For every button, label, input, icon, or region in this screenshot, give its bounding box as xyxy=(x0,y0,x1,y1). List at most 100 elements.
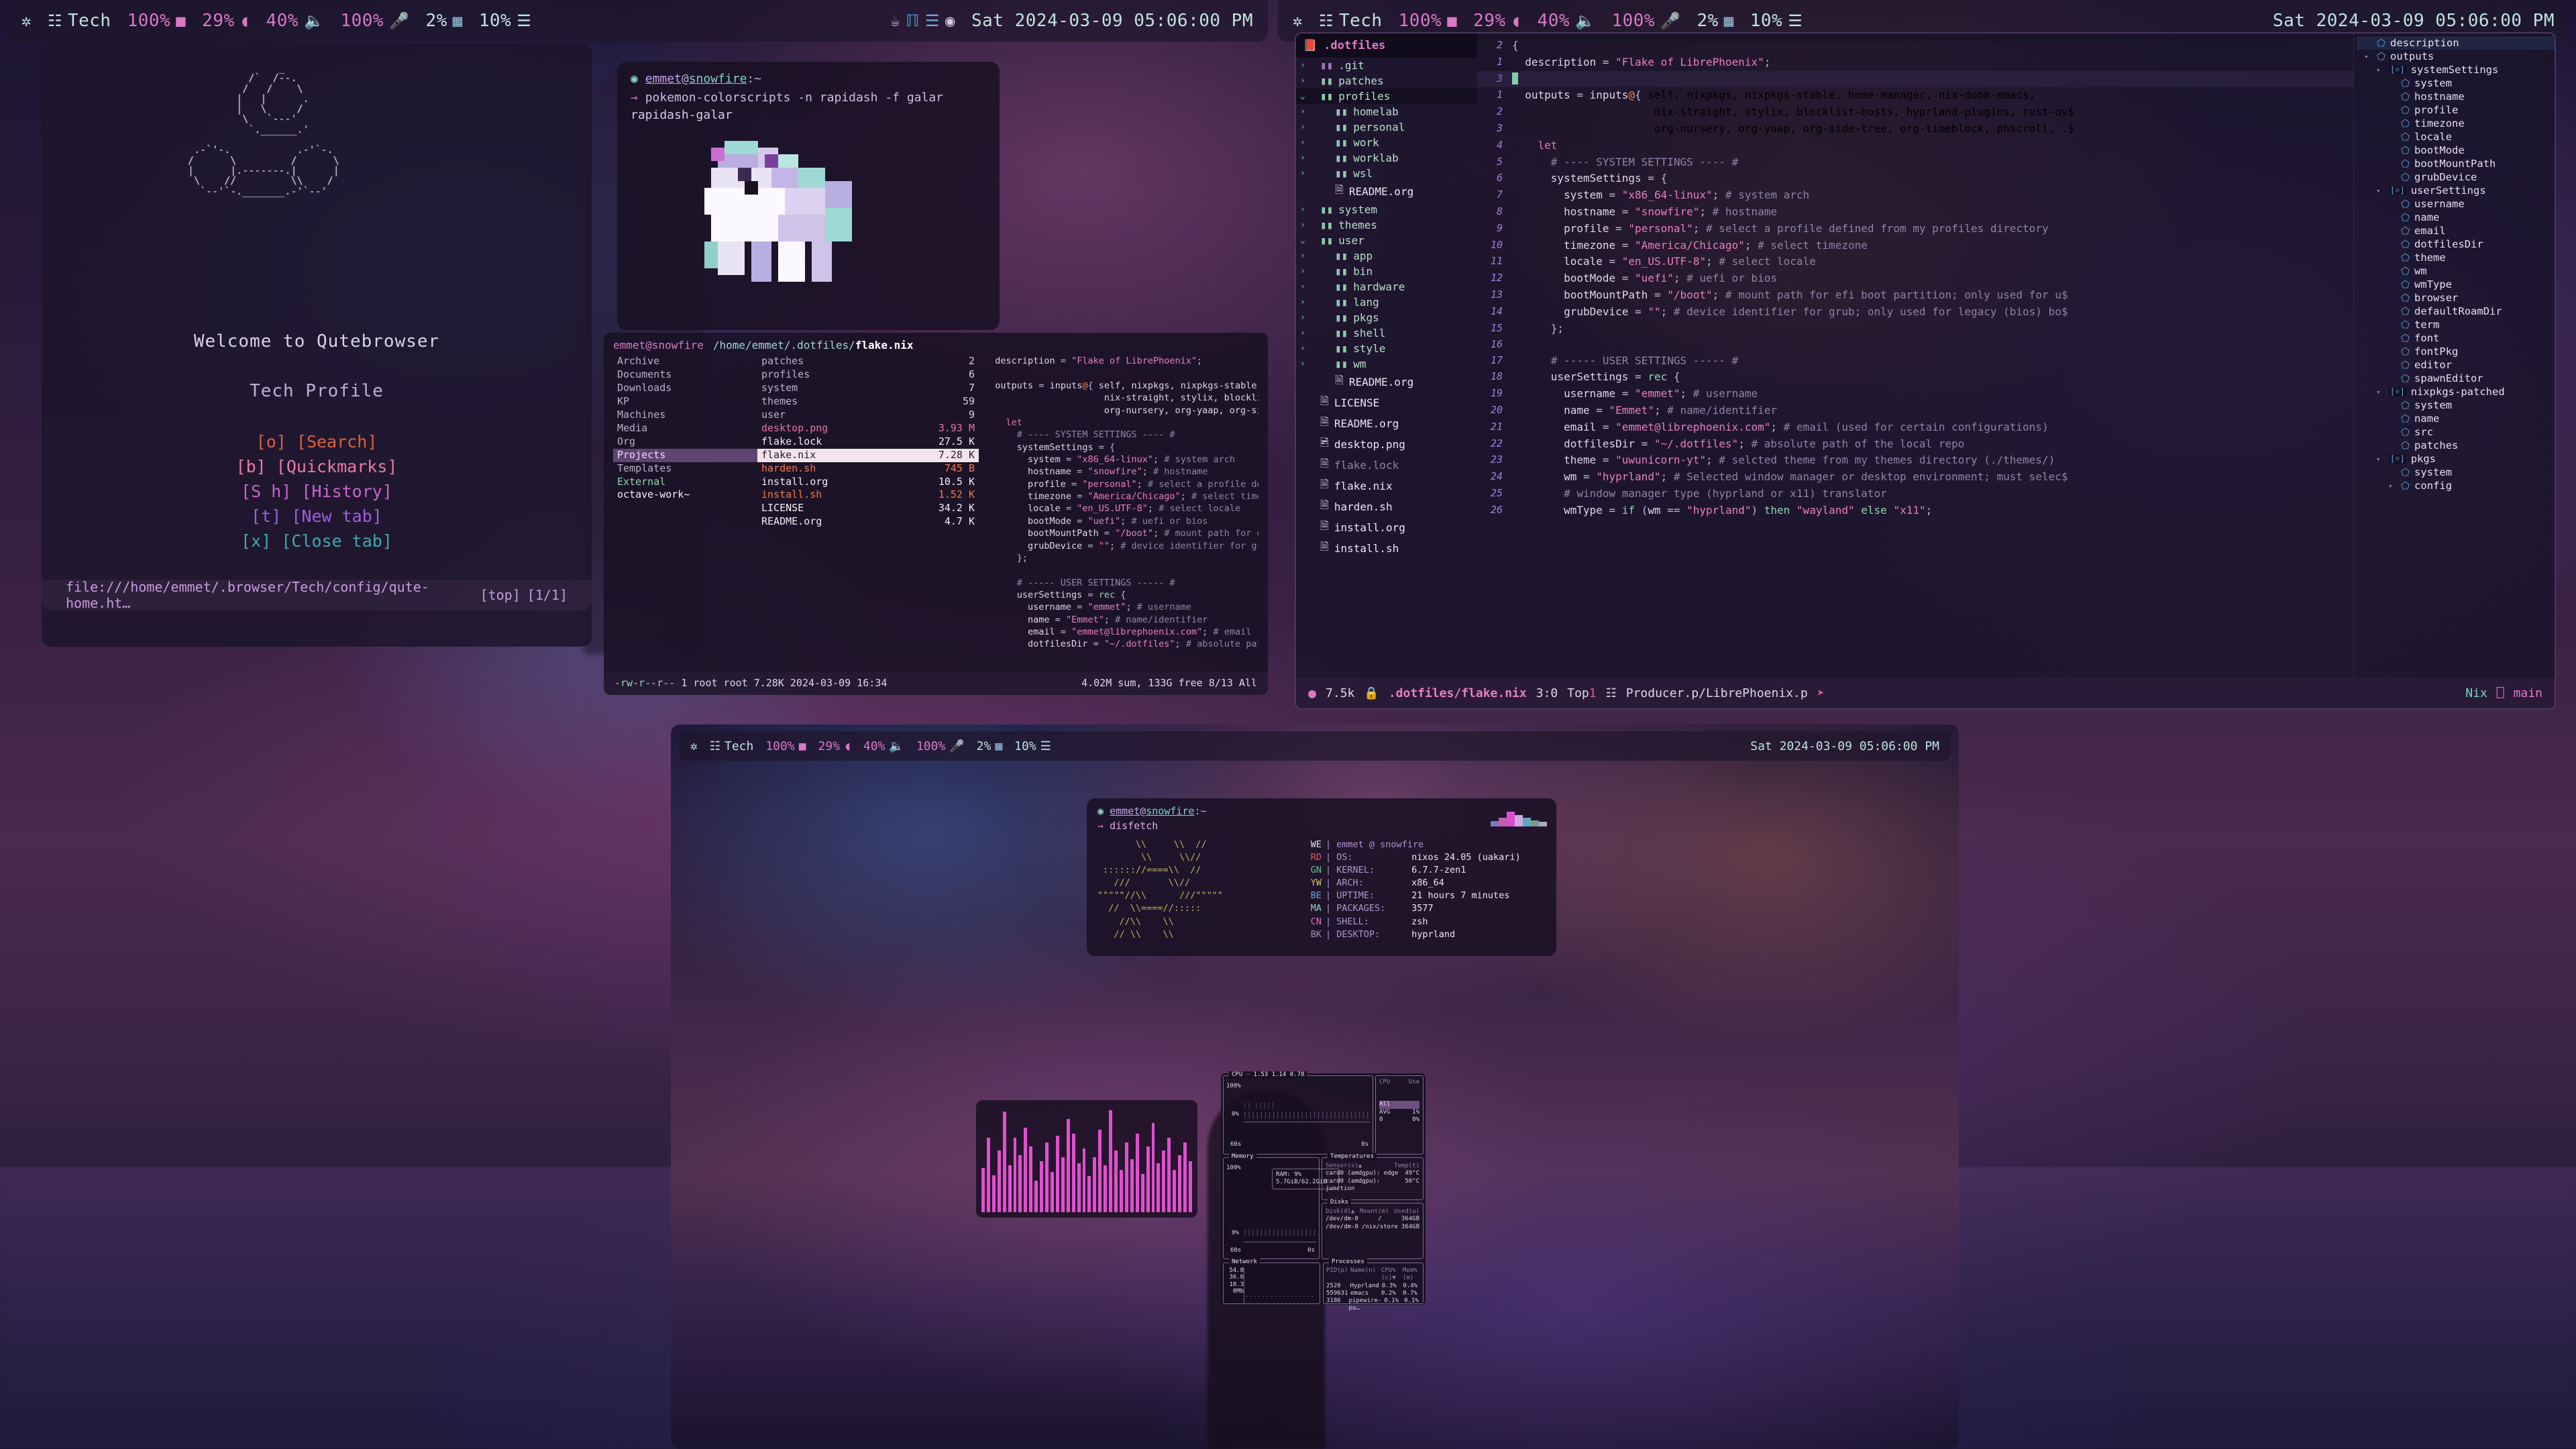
buffer-file-name[interactable]: .dotfiles/flake.nix xyxy=(1389,686,1527,700)
list-item[interactable]: [x] [Close tab] xyxy=(42,531,592,551)
nested-mic[interactable]: 100% 🎤 xyxy=(910,739,971,753)
ranger-current-column[interactable]: patches 2 profiles 6 system 7 themes 59 user… xyxy=(757,355,979,651)
launcher-button-right[interactable]: ✲ xyxy=(1285,11,1311,30)
table-row[interactable]: system 7 xyxy=(757,382,979,395)
treemacs-item--git[interactable]: › ▮▮ .git xyxy=(1296,58,1477,73)
list-item[interactable]: Downloads xyxy=(613,382,757,395)
code-line[interactable]: 15 }; xyxy=(1477,321,2353,337)
treemacs-tree[interactable]: › ▮▮ .git › ▮▮ patches ⌄ ▮▮ profiles › ▮▮ homelab › ▮… xyxy=(1296,58,1477,559)
nested-battery[interactable]: 100% ■ xyxy=(759,739,812,753)
chevron-icon[interactable]: › xyxy=(1300,328,1309,338)
clock-right[interactable]: Sat 2024-03-09 05:06:00 PM xyxy=(2265,11,2563,31)
ranger-parent-column[interactable]: Archive Documents Downloads KP Machines … xyxy=(613,355,757,651)
disc-icon[interactable]: ◉ xyxy=(945,11,955,30)
outline-item-profile[interactable]: ⬠ profile xyxy=(2357,103,2555,117)
treemacs-item-lang[interactable]: › ▮▮ lang xyxy=(1296,294,1477,310)
code-line[interactable]: 1 outputs = inputs@{ self, nixpkgs, nixp… xyxy=(1477,87,2353,104)
treemacs-item-system[interactable]: › ▮▮ system xyxy=(1296,202,1477,217)
workspace-indicator-right[interactable]: ☷ Tech xyxy=(1311,11,1391,31)
table-row[interactable]: 0 0% xyxy=(1379,1116,1419,1124)
chevron-icon[interactable]: › xyxy=(1300,282,1309,292)
bluetooth-icon[interactable]: ℿ xyxy=(906,11,920,30)
treemacs-project-title[interactable]: 📕 .dotfiles xyxy=(1296,34,1477,58)
code-line[interactable]: 16 xyxy=(1477,337,2353,352)
emacs-outline-sidebar[interactable]: ⬠ description ▾ ⬠ outputs ▾ [☼] systemSettings ⬠… xyxy=(2353,34,2555,679)
outline-item-description[interactable]: ⬠ description xyxy=(2357,36,2555,50)
nested-launcher-button[interactable]: ✲ xyxy=(684,739,704,753)
outline-item-bootmode[interactable]: ⬠ bootMode xyxy=(2357,144,2555,157)
outline-item-browser[interactable]: ⬠ browser xyxy=(2357,291,2555,305)
ram-widget-right[interactable]: 2% ▦ xyxy=(1688,11,1741,31)
outline-item-config[interactable]: ▾ ⬠ config xyxy=(2357,479,2555,492)
chevron-icon[interactable]: › xyxy=(1300,220,1309,230)
code-line[interactable]: 12 bootMode = "uefi"; # uefi or bios xyxy=(1477,270,2353,287)
code-line[interactable]: 11 locale = "en_US.UTF-8"; # select loca… xyxy=(1477,254,2353,270)
treemacs-item-homelab[interactable]: › ▮▮ homelab xyxy=(1296,104,1477,119)
outline-item-system[interactable]: ⬠ system xyxy=(2357,398,2555,412)
code-line[interactable]: 21 email = "emmet@librephoenix.com"; # e… xyxy=(1477,419,2353,436)
chevron-icon[interactable]: ⌄ xyxy=(1300,91,1309,101)
code-buffer[interactable]: 2{1 description = "Flake of LibrePhoenix… xyxy=(1477,34,2353,519)
code-line[interactable]: 9 profile = "personal"; # select a profi… xyxy=(1477,221,2353,237)
table-row[interactable]: README.org 4.7 K xyxy=(757,515,979,529)
treemacs-item-bin[interactable]: › ▮▮ bin xyxy=(1296,264,1477,279)
table-row[interactable]: desktop.png 3.93 M xyxy=(757,422,979,435)
cpu-widget[interactable]: 29% ◖ xyxy=(194,11,258,31)
list-item[interactable]: [S h] [History] xyxy=(42,482,592,501)
outline-item-defaultroamdir[interactable]: ⬠ defaultRoamDir xyxy=(2357,305,2555,318)
list-item[interactable]: Org xyxy=(613,435,757,449)
treemacs-item-themes[interactable]: › ▮▮ themes xyxy=(1296,217,1477,233)
table-row[interactable]: profiles 6 xyxy=(757,368,979,382)
treemacs-item-readme-org[interactable]: 🗎 README.org xyxy=(1296,181,1477,202)
outline-item-grubdevice[interactable]: ⬠ grubDevice xyxy=(2357,170,2555,184)
disk-widget-right[interactable]: 10% ☰ xyxy=(1742,11,1811,31)
major-mode[interactable]: Nix xyxy=(2465,686,2487,700)
disk-widget[interactable]: 10% ☰ xyxy=(471,11,539,31)
treemacs-item-app[interactable]: › ▮▮ app xyxy=(1296,248,1477,264)
code-line[interactable]: 8 hostname = "snowfire"; # hostname xyxy=(1477,204,2353,221)
table-row[interactable]: install.org 10.5 K xyxy=(757,476,979,489)
code-line[interactable]: 22 dotfilesDir = "~/.dotfiles"; # absolu… xyxy=(1477,436,2353,453)
chevron-icon[interactable]: ▾ xyxy=(2376,186,2384,195)
code-line[interactable]: 1 description = "Flake of LibrePhoenix"; xyxy=(1477,54,2353,71)
outline-item-term[interactable]: ⬠ term xyxy=(2357,318,2555,331)
emacs-window[interactable]: 📕 .dotfiles › ▮▮ .git › ▮▮ patches ⌄ ▮▮ profiles… xyxy=(1295,32,2556,710)
table-row-selected[interactable]: flake.nix 7.28 K xyxy=(757,448,979,462)
outline-item-name[interactable]: ⬠ name xyxy=(2357,412,2555,425)
outline-item-username[interactable]: ⬠ username xyxy=(2357,197,2555,211)
chevron-icon[interactable]: › xyxy=(1300,138,1309,148)
outline-item-system[interactable]: ⬠ system xyxy=(2357,76,2555,90)
chevron-icon[interactable]: › xyxy=(1300,122,1309,132)
table-row[interactable]: patches 2 xyxy=(757,355,979,368)
nested-clock[interactable]: Sat 2024-03-09 05:06:00 PM xyxy=(1744,739,1945,753)
code-line[interactable]: 10 timezone = "America/Chicago"; # selec… xyxy=(1477,237,2353,254)
nested-desktop-screenshot[interactable]: ✲ ☷ Tech 100% ■ 29% ◖ 40% 🔈 100% 🎤 2% ▦ 10% ☰ … xyxy=(671,724,1959,1449)
audio-visualizer-window[interactable] xyxy=(976,1100,1197,1218)
outline-item-dotfilesdir[interactable]: ⬠ dotfilesDir xyxy=(2357,237,2555,251)
code-line[interactable]: 20 name = "Emmet"; # name/identifier xyxy=(1477,402,2353,419)
mic-widget-right[interactable]: 100% 🎤 xyxy=(1603,11,1688,31)
code-line[interactable]: 7 system = "x86_64-linux"; # system arch xyxy=(1477,187,2353,204)
outline-item-theme[interactable]: ⬠ theme xyxy=(2357,251,2555,264)
outline-item-bootmountpath[interactable]: ⬠ bootMountPath xyxy=(2357,157,2555,170)
code-line[interactable]: 5 # ---- SYSTEM SETTINGS ---- # xyxy=(1477,154,2353,171)
emacs-code-area[interactable]: 2{1 description = "Flake of LibrePhoenix… xyxy=(1477,34,2353,679)
treemacs-item-install-sh[interactable]: 🗎 install.sh xyxy=(1296,538,1477,559)
outline-item-system[interactable]: ⬠ system xyxy=(2357,466,2555,479)
ram-widget[interactable]: 2% ▦ xyxy=(417,11,470,31)
chevron-icon[interactable]: › xyxy=(1300,359,1309,369)
outline-item-patches[interactable]: ⬠ patches xyxy=(2357,439,2555,452)
table-row[interactable]: harden.sh 745 B xyxy=(757,462,979,476)
clock-left[interactable]: Sat 2024-03-09 05:06:00 PM xyxy=(963,11,1261,31)
code-line[interactable]: 26 wmType = if (wm == "hyprland") then "… xyxy=(1477,502,2353,519)
chevron-icon[interactable]: › xyxy=(1300,266,1309,276)
treemacs-item-style[interactable]: › ▮▮ style xyxy=(1296,341,1477,356)
chevron-icon[interactable]: ▾ xyxy=(2376,66,2384,74)
processes-header[interactable]: PID(p) Name(n) CPU%(c)▼ Mem%(m) xyxy=(1326,1267,1420,1283)
nested-cpu[interactable]: 29% ◖ xyxy=(812,739,857,753)
outline-item-email[interactable]: ⬠ email xyxy=(2357,224,2555,237)
chevron-icon[interactable]: › xyxy=(1300,107,1309,117)
chevron-icon[interactable]: › xyxy=(1300,60,1309,70)
battery-widget-right[interactable]: 100% ■ xyxy=(1391,11,1466,31)
list-item[interactable]: Media xyxy=(613,422,757,435)
